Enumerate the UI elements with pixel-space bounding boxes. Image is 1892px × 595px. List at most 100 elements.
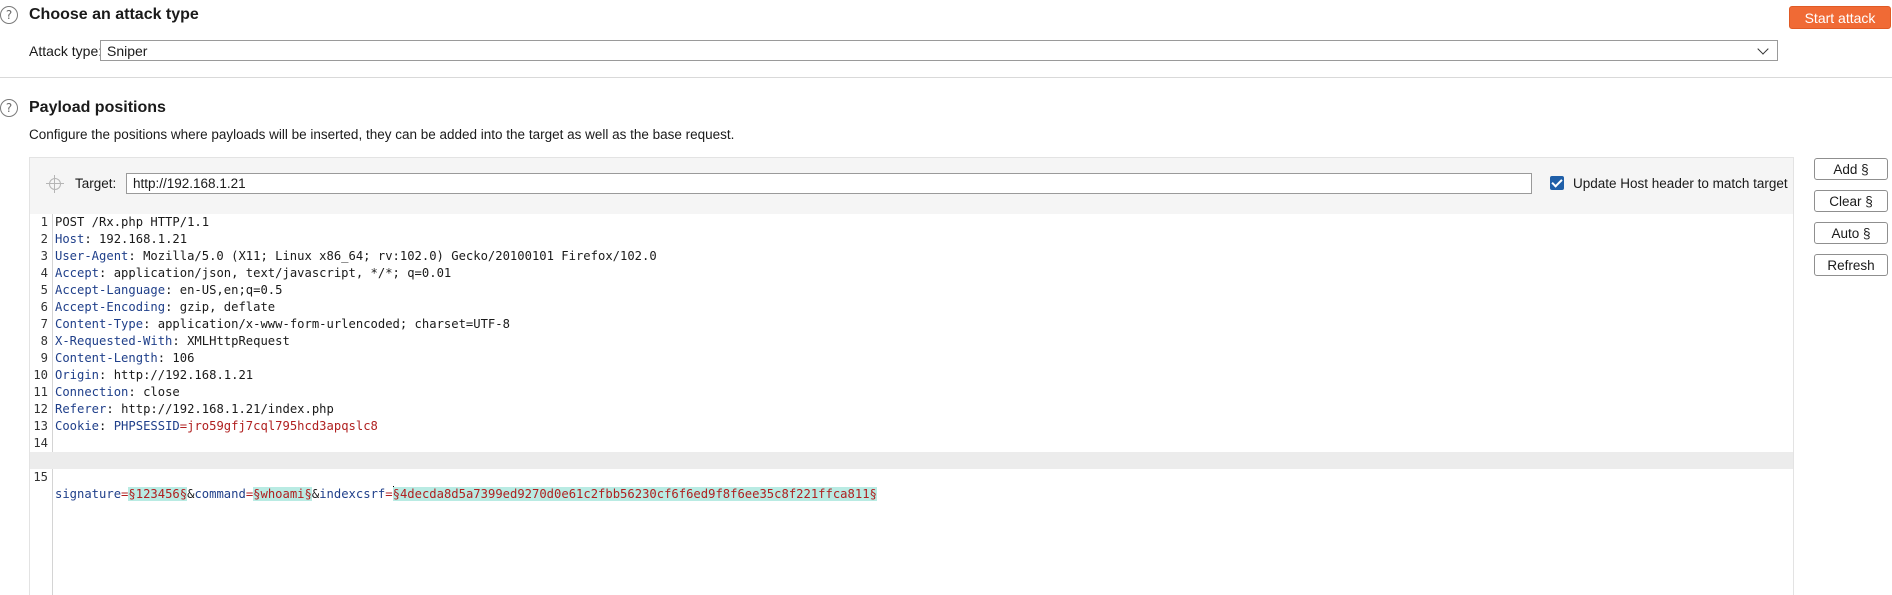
header-value: close [143,385,180,399]
refresh-button[interactable]: Refresh [1814,254,1888,276]
crosshair-icon[interactable] [46,175,64,193]
line-number: 2 [40,232,48,246]
line-content[interactable]: Cookie: PHPSESSID=jro59gfj7cql795hcd3apq… [55,418,378,435]
line-number: 4 [40,266,48,280]
request-line[interactable]: 7 Content-Type: application/x-www-form-ur… [30,316,1793,333]
request-line[interactable]: 11 Connection: close [30,384,1793,401]
header-value: 192.168.1.21 [99,232,188,246]
header-name: Content-Type [55,317,144,331]
request-body[interactable]: signature=§123456§&command=§whoami§&inde… [55,486,877,503]
header-name: X-Requested-With [55,334,173,348]
payload-marker[interactable]: 4decda8d5a7399ed9270d0e61c2fbb56230cf6f6… [399,487,877,501]
header-name: Accept-Language [55,283,166,297]
start-attack-button[interactable]: Start attack [1789,6,1891,29]
request-line[interactable]: 10 Origin: http://192.168.1.21 [30,367,1793,384]
header-name: User-Agent [55,249,129,263]
line-content[interactable]: X-Requested-With: XMLHttpRequest [55,333,290,350]
cookie-value: jro59gfj7cql795hcd3apqslc8 [187,419,378,433]
param-name: command [194,487,246,501]
line-number: 1 [40,215,48,229]
line-number: 8 [40,334,48,348]
cookie-name: PHPSESSID [113,419,180,433]
param-name: signature [55,487,122,501]
line-number: 9 [40,351,48,365]
add-marker-button[interactable]: Add § [1814,158,1888,180]
target-label: Target: [75,176,117,191]
payload-positions-description: Configure the positions where payloads w… [29,127,735,142]
request-line[interactable]: 15 signature=§123456§&command=§whoami§&i… [30,452,1793,501]
header-name: Content-Length [55,351,158,365]
attack-type-select[interactable]: Sniper [100,40,1778,61]
payload-marker[interactable]: §whoami§ [253,487,312,501]
attack-type-label: Attack type: [29,43,103,59]
line-number: 5 [40,283,48,297]
line-number: 14 [33,436,48,450]
request-line[interactable]: 4 Accept: application/json, text/javascri… [30,265,1793,282]
request-line-text: POST /Rx.php HTTP/1.1 [55,215,210,229]
header-name: Accept [55,266,100,280]
line-content[interactable]: Accept-Encoding: gzip, deflate [55,299,275,316]
line-content[interactable]: Origin: http://192.168.1.21 [55,367,253,384]
header-value: Mozilla/5.0 (X11; Linux x86_64; rv:102.0… [143,249,657,263]
chevron-down-icon [1757,43,1769,55]
header-name: Accept-Encoding [55,300,166,314]
request-line[interactable]: 12 Referer: http://192.168.1.21/index.php [30,401,1793,418]
request-line[interactable]: 13 Cookie: PHPSESSID=jro59gfj7cql795hcd3a… [30,418,1793,435]
update-host-label[interactable]: Update Host header to match target [1573,176,1788,191]
line-number: 3 [40,249,48,263]
line-number: 13 [33,419,48,433]
line-number: 10 [33,368,48,382]
help-icon[interactable]: ? [0,6,18,24]
header-name: Referer [55,402,107,416]
line-content[interactable]: POST /Rx.php HTTP/1.1 [55,214,209,231]
line-number: 11 [33,385,48,399]
param-equals: = [385,487,393,501]
header-name: Connection [55,385,129,399]
update-host-checkbox[interactable] [1550,176,1564,190]
section-divider [0,77,1892,78]
header-value: application/x-www-form-urlencoded; chars… [157,317,510,331]
cookie-equals: = [179,419,188,433]
line-content[interactable]: User-Agent: Mozilla/5.0 (X11; Linux x86_… [55,248,657,265]
attack-type-value: Sniper [107,43,148,59]
line-content[interactable]: Connection: close [55,384,180,401]
header-name: Host [55,232,85,246]
header-value: http://192.168.1.21/index.php [121,402,334,416]
payload-positions-title: Payload positions [29,99,166,116]
request-line[interactable]: 8 X-Requested-With: XMLHttpRequest [30,333,1793,350]
line-content[interactable]: Content-Length: 106 [55,350,194,367]
header-value: application/json, text/javascript, */*; … [113,266,452,280]
line-number: 7 [40,317,48,331]
target-value: http://192.168.1.21 [133,176,246,191]
param-name: indexcsrf [319,487,386,501]
request-line[interactable]: 5 Accept-Language: en-US,en;q=0.5 [30,282,1793,299]
auto-markers-button[interactable]: Auto § [1814,222,1888,244]
line-content[interactable]: Host: 192.168.1.21 [55,231,187,248]
line-content[interactable]: Accept-Language: en-US,en;q=0.5 [55,282,282,299]
clear-markers-button[interactable]: Clear § [1814,190,1888,212]
request-line[interactable]: 1 POST /Rx.php HTTP/1.1 [30,214,1793,231]
request-line[interactable]: 9 Content-Length: 106 [30,350,1793,367]
request-line[interactable]: 3 User-Agent: Mozilla/5.0 (X11; Linux x86… [30,248,1793,265]
line-number: 15 [33,470,48,484]
request-line[interactable]: 6 Accept-Encoding: gzip, deflate [30,299,1793,316]
header-value: gzip, deflate [179,300,276,314]
line-content[interactable]: Referer: http://192.168.1.21/index.php [55,401,334,418]
header-value: http://192.168.1.21 [113,368,254,382]
header-value: XMLHttpRequest [187,334,290,348]
line-content[interactable]: Content-Type: application/x-www-form-url… [55,316,510,333]
header-value: 106 [172,351,195,365]
payload-marker-open[interactable]: § [392,487,400,501]
request-line[interactable]: 2 Host: 192.168.1.21 [30,231,1793,248]
line-number: 6 [40,300,48,314]
attack-type-title: Choose an attack type [29,6,199,23]
line-content[interactable]: Accept: application/json, text/javascrip… [55,265,451,282]
line-number: 12 [33,402,48,416]
request-line[interactable]: 14 [30,435,1793,452]
payload-marker[interactable]: §123456§ [128,487,188,501]
header-value: en-US,en;q=0.5 [179,283,283,297]
target-input[interactable]: http://192.168.1.21 [126,173,1532,194]
help-icon[interactable]: ? [0,99,18,117]
header-name: Cookie [55,419,100,433]
header-name: Origin [55,368,100,382]
